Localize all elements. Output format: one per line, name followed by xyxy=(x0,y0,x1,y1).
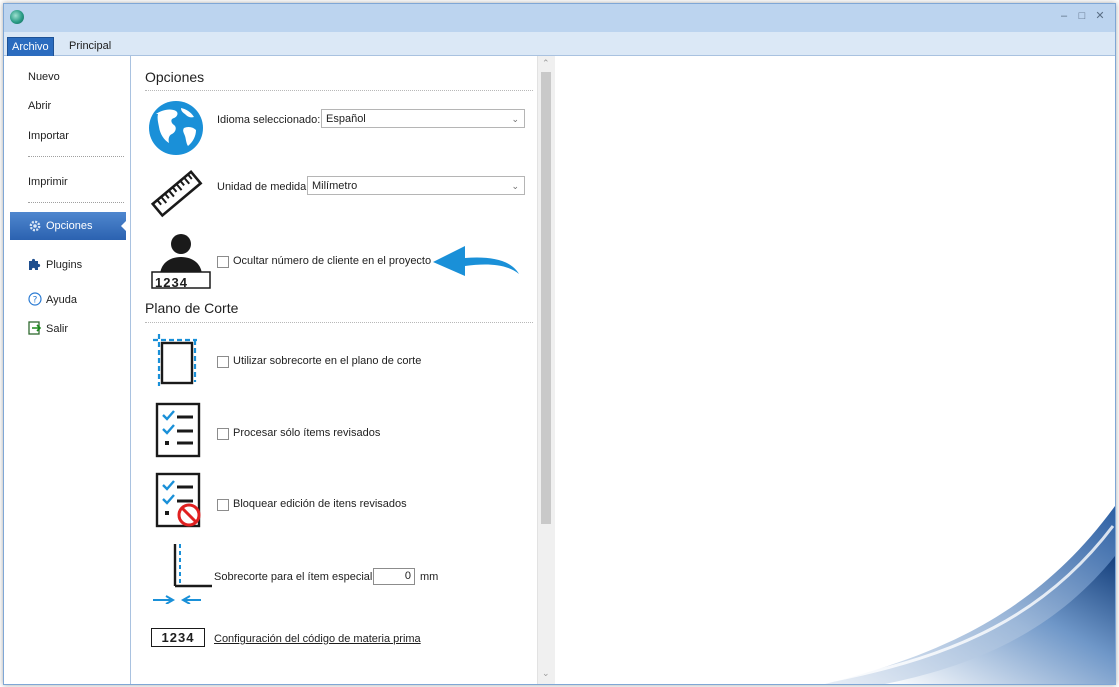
chevron-down-icon: ⌄ xyxy=(511,181,519,191)
file-menu-sidebar: Nuevo Abrir Importar Imprimir Opciones P… xyxy=(4,56,131,684)
section-title-opciones: Opciones xyxy=(145,69,205,85)
raw-material-code-link[interactable]: Configuración del código de materia prim… xyxy=(214,633,421,645)
overcut-label: Utilizar sobrecorte en el plano de corte xyxy=(233,355,422,367)
unit-select[interactable]: Milímetro ⌄ xyxy=(307,176,525,195)
tab-archivo[interactable]: Archivo xyxy=(7,37,54,57)
unit-label: Unidad de medida: xyxy=(217,181,310,193)
process-reviewed-checkbox[interactable] xyxy=(217,428,229,440)
close-button[interactable]: ✕ xyxy=(1093,10,1107,22)
checklist-blocked-icon xyxy=(155,472,201,528)
menu-separator xyxy=(28,156,124,157)
block-reviewed-checkbox[interactable] xyxy=(217,499,229,511)
menu-item-salir[interactable]: Salir xyxy=(46,323,68,335)
ruler-icon xyxy=(150,169,203,218)
menu-item-ayuda[interactable]: Ayuda xyxy=(46,294,77,306)
section-title-plano-de-corte: Plano de Corte xyxy=(145,300,239,316)
special-overcut-icon xyxy=(153,544,212,604)
language-value: Español xyxy=(326,113,366,125)
maximize-button[interactable]: □ xyxy=(1075,10,1089,22)
puzzle-icon xyxy=(29,258,41,270)
menu-item-importar[interactable]: Importar xyxy=(28,130,69,142)
menu-separator xyxy=(28,202,124,203)
menu-item-nuevo[interactable]: Nuevo xyxy=(28,71,60,83)
tab-principal[interactable]: Principal xyxy=(65,37,115,55)
menu-item-label: Opciones xyxy=(46,220,93,232)
section-divider xyxy=(145,322,533,323)
language-label: Idioma seleccionado: xyxy=(217,114,321,126)
language-select[interactable]: Español ⌄ xyxy=(321,109,525,128)
minimize-button[interactable]: – xyxy=(1057,10,1071,22)
unit-value: Milímetro xyxy=(312,180,358,192)
menu-item-opciones[interactable]: Opciones xyxy=(10,212,127,240)
options-scrollbar[interactable]: ⌃ ⌄ xyxy=(537,56,555,684)
globe-icon xyxy=(149,101,203,155)
help-icon: ? xyxy=(28,292,42,306)
special-overcut-input[interactable]: 0 xyxy=(373,568,415,585)
chevron-down-icon: ⌄ xyxy=(511,114,519,124)
app-window: – □ ✕ Archivo Principal Nuevo Abrir Impo… xyxy=(3,3,1116,685)
gear-icon xyxy=(29,220,41,232)
menu-item-abrir[interactable]: Abrir xyxy=(28,100,51,112)
overcut-checkbox[interactable] xyxy=(217,356,229,368)
block-reviewed-label: Bloquear edición de itens revisados xyxy=(233,498,407,510)
title-bar: – □ ✕ xyxy=(4,4,1115,32)
special-overcut-label: Sobrecorte para el ítem especial xyxy=(214,571,373,583)
overcut-icon xyxy=(153,334,197,386)
selection-notch xyxy=(121,220,127,232)
ribbon-tabs: Archivo Principal xyxy=(4,32,1115,57)
options-panel: Opciones Idioma seleccionado: Español ⌄ … xyxy=(131,56,537,684)
scrollbar-thumb[interactable] xyxy=(541,72,551,524)
arrow-left-icon xyxy=(433,246,519,276)
scroll-up-icon[interactable]: ⌃ xyxy=(542,58,550,69)
client-number-badge: 1234 xyxy=(155,275,188,290)
section-divider xyxy=(145,90,533,91)
menu-item-plugins[interactable]: Plugins xyxy=(46,259,82,271)
special-overcut-unit: mm xyxy=(420,571,439,583)
process-reviewed-label: Procesar sólo ítems revisados xyxy=(233,427,381,439)
exit-icon xyxy=(28,321,42,335)
code-badge-icon: 1234 xyxy=(151,628,205,647)
svg-text:?: ? xyxy=(33,295,38,305)
decorative-swoosh xyxy=(825,506,1115,684)
preview-area xyxy=(555,56,1115,684)
hide-client-number-checkbox[interactable] xyxy=(217,256,229,268)
menu-item-imprimir[interactable]: Imprimir xyxy=(28,176,68,188)
checklist-icon xyxy=(155,402,201,458)
scroll-down-icon[interactable]: ⌄ xyxy=(542,668,550,679)
app-logo-icon xyxy=(10,10,24,24)
hide-client-number-label: Ocultar número de cliente en el proyecto xyxy=(233,255,432,267)
